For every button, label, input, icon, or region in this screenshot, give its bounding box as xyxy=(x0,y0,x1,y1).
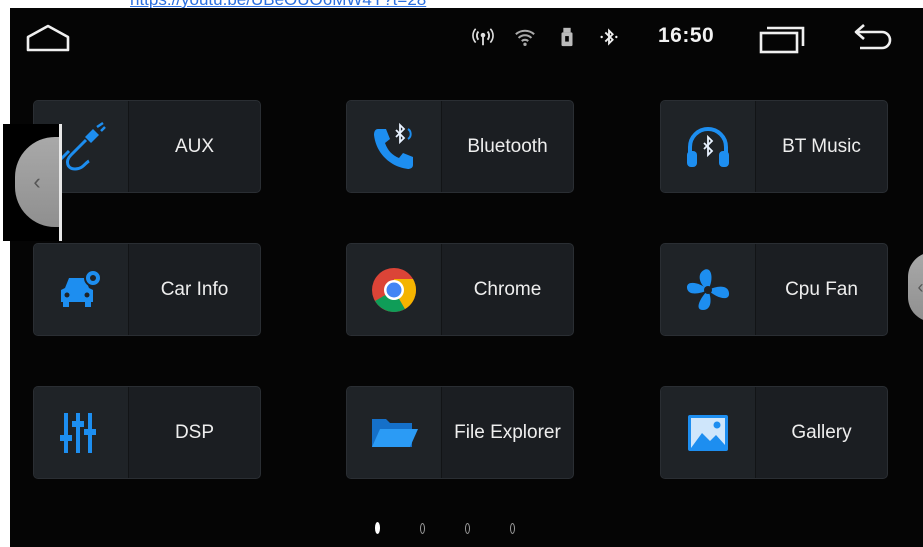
app-label: Car Info xyxy=(160,278,229,300)
page-dot-4[interactable] xyxy=(510,522,516,534)
equalizer-icon xyxy=(60,412,96,453)
bluetooth-icon xyxy=(600,28,618,46)
head-unit-screen: 16:50 AUX Bluetooth BT Music Car Info Ch… xyxy=(10,8,923,547)
app-tile-dsp[interactable]: DSP xyxy=(33,386,261,479)
status-bar: 16:50 xyxy=(10,8,923,66)
clock: 16:50 xyxy=(658,24,715,47)
page-indicator xyxy=(375,520,555,536)
page-dot-2[interactable] xyxy=(420,522,426,534)
app-tile-aux[interactable]: AUX xyxy=(33,100,261,193)
app-tile-cpu-fan[interactable]: Cpu Fan xyxy=(660,243,888,336)
app-tile-file-explorer[interactable]: File Explorer xyxy=(346,386,574,479)
page-dot-3[interactable] xyxy=(465,522,471,534)
app-tile-chrome[interactable]: Chrome xyxy=(346,243,574,336)
chevron-left-icon: ‹ xyxy=(33,169,41,194)
app-label: File Explorer xyxy=(454,421,561,443)
fan-icon xyxy=(686,268,730,310)
home-icon[interactable] xyxy=(24,22,72,54)
app-label: Cpu Fan xyxy=(785,278,858,300)
app-label: BT Music xyxy=(782,135,861,157)
usb-storage-icon xyxy=(561,27,573,47)
wifi-icon xyxy=(515,29,535,46)
recent-apps-icon[interactable] xyxy=(758,24,808,54)
app-label: Chrome xyxy=(473,278,542,300)
bluetooth-phone-icon xyxy=(374,122,413,169)
right-drawer-handle[interactable]: ‹ xyxy=(908,252,923,322)
app-tile-gallery[interactable]: Gallery xyxy=(660,386,888,479)
app-tile-bt-music[interactable]: BT Music xyxy=(660,100,888,193)
aux-cable-icon xyxy=(59,121,106,171)
left-drawer-handle[interactable]: ‹ xyxy=(3,124,62,241)
chevron-left-icon: ‹ xyxy=(917,276,923,297)
app-label: AUX xyxy=(174,135,215,157)
car-settings-icon xyxy=(61,268,102,307)
headphones-bluetooth-icon xyxy=(687,126,729,167)
back-icon[interactable] xyxy=(852,21,896,53)
folder-icon xyxy=(372,418,418,447)
page-dot-1[interactable] xyxy=(375,522,381,534)
app-label: Bluetooth xyxy=(467,135,548,157)
app-label: Gallery xyxy=(791,421,852,443)
video-link[interactable]: https://youtu.be/UBeOUO6MW4Y?t=28 xyxy=(130,0,426,9)
chrome-icon xyxy=(372,267,416,312)
image-icon xyxy=(688,414,728,451)
app-tile-bluetooth[interactable]: Bluetooth xyxy=(346,100,574,193)
app-label: DSP xyxy=(174,421,215,443)
hotspot-icon xyxy=(472,28,494,46)
app-tile-car-info[interactable]: Car Info xyxy=(33,243,261,336)
